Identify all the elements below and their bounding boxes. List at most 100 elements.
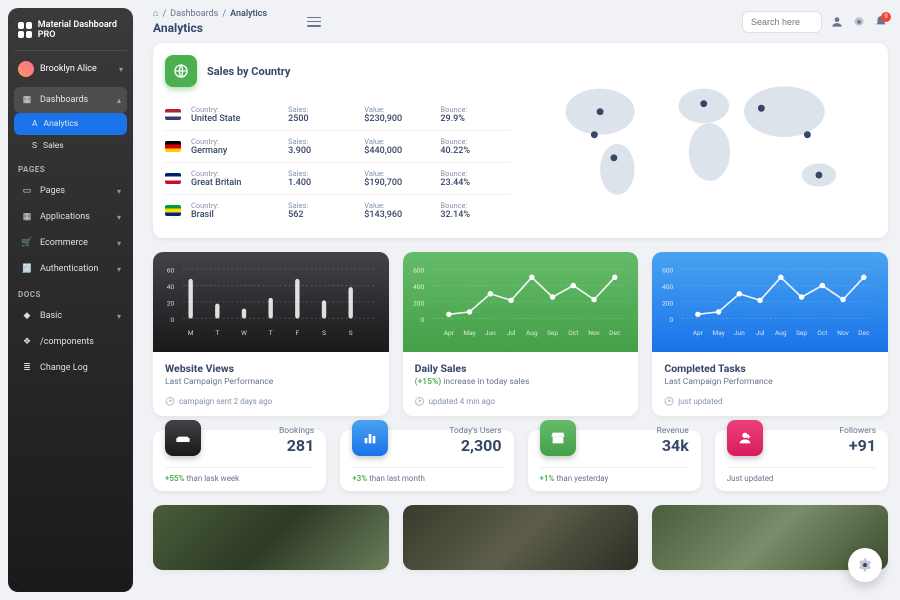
cart-icon: 🛒 — [20, 236, 34, 250]
nav-analytics[interactable]: AAnalytics — [14, 113, 127, 135]
chart-footer: 🕑 just updated — [664, 397, 876, 406]
svg-text:Aug: Aug — [775, 329, 787, 337]
svg-text:Apr: Apr — [693, 329, 704, 337]
gear-icon[interactable] — [852, 15, 866, 29]
country-card-title: Sales by Country — [207, 65, 290, 78]
chart-canvas: 0204060MTWTFSS — [153, 252, 389, 352]
nav-dashboards[interactable]: ▦ Dashboards ▴ — [14, 87, 127, 113]
property-image-2[interactable] — [403, 505, 639, 570]
chevron-down-icon: ▾ — [117, 239, 121, 248]
svg-text:S: S — [349, 329, 353, 337]
nav-authentication[interactable]: 🧾 Authentication ▾ — [14, 256, 127, 282]
breadcrumb-root[interactable]: Dashboards — [170, 9, 218, 19]
country-table: Country:United State Sales:2500 Value:$2… — [165, 99, 511, 226]
svg-text:600: 600 — [662, 266, 673, 274]
chart-footer: 🕑 updated 4 min ago — [415, 397, 627, 406]
notification-badge: 9 — [881, 12, 891, 22]
chevron-down-icon: ▾ — [119, 65, 123, 74]
svg-text:May: May — [463, 329, 476, 337]
country-row: Country:Great Britain Sales:1.400 Value:… — [165, 163, 511, 195]
nav-ecommerce[interactable]: 🛒 Ecommerce ▾ — [14, 230, 127, 256]
home-icon[interactable]: ⌂ — [153, 8, 158, 19]
stat-card: Revenue 34k +1% than yesterday — [528, 430, 701, 491]
svg-text:Apr: Apr — [443, 329, 454, 337]
clock-icon: 🕑 — [664, 397, 674, 406]
nav-changelog[interactable]: ≣ Change Log — [14, 355, 127, 381]
apps-icon: ▦ — [20, 210, 34, 224]
svg-text:M: M — [188, 329, 194, 337]
account-icon[interactable] — [830, 15, 844, 29]
chevron-down-icon: ▾ — [117, 187, 121, 196]
svg-text:400: 400 — [413, 283, 424, 291]
lock-icon: 🧾 — [20, 262, 34, 276]
sales-by-country-card: Sales by Country Country:United State Sa… — [153, 43, 888, 238]
country-row: Country:United State Sales:2500 Value:$2… — [165, 99, 511, 131]
svg-text:200: 200 — [662, 299, 673, 307]
grid-icon: ▦ — [20, 93, 34, 107]
topbar: ⌂ / Dashboards / Analytics Analytics — [153, 8, 888, 35]
bell-icon[interactable]: 9 — [874, 15, 888, 29]
svg-text:Nov: Nov — [838, 329, 850, 337]
clock-icon: 🕑 — [415, 397, 425, 406]
svg-text:Oct: Oct — [568, 329, 578, 337]
svg-text:S: S — [322, 329, 326, 337]
stat-card: Today's Users 2,300 +3% than last month — [340, 430, 513, 491]
svg-text:400: 400 — [662, 283, 673, 291]
svg-text:T: T — [269, 329, 273, 337]
stat-footer: Just updated — [727, 467, 876, 483]
chart-title: Daily Sales — [415, 362, 627, 375]
svg-text:Nov: Nov — [588, 329, 600, 337]
menu-toggle[interactable] — [307, 17, 321, 27]
brand-text: Material Dashboard PRO — [38, 20, 123, 40]
chart-title: Completed Tasks — [664, 362, 876, 375]
nav-sales[interactable]: SSales — [14, 135, 127, 157]
stat-footer: +1% than yesterday — [540, 467, 689, 483]
svg-text:Sep: Sep — [547, 329, 558, 337]
chevron-down-icon: ▾ — [117, 312, 121, 321]
country-row: Country:Germany Sales:3.900 Value:$440,0… — [165, 131, 511, 163]
breadcrumb-current: Analytics — [230, 9, 267, 19]
world-map[interactable] — [531, 55, 877, 226]
svg-text:Jul: Jul — [756, 329, 765, 337]
property-image-1[interactable] — [153, 505, 389, 570]
section-docs: DOCS — [14, 282, 127, 303]
svg-text:Dec: Dec — [859, 329, 871, 337]
stat-footer: +3% than last month — [352, 467, 501, 483]
flag-icon — [165, 205, 181, 216]
user-menu[interactable]: Brooklyn Alice ▾ — [14, 51, 127, 87]
svg-text:W: W — [241, 329, 247, 337]
nav-pages[interactable]: ▭ Pages ▾ — [14, 178, 127, 204]
page-icon: ▭ — [20, 184, 34, 198]
stat-card: Followers +91 Just updated — [715, 430, 888, 491]
list-icon: ≣ — [20, 361, 34, 375]
section-pages: PAGES — [14, 157, 127, 178]
settings-fab[interactable] — [848, 548, 882, 582]
chevron-up-icon: ▴ — [117, 96, 121, 105]
chart-card: 0200400600AprMayJunJulAugSepOctNovDec Co… — [652, 252, 888, 416]
clock-icon: 🕑 — [165, 397, 175, 406]
flag-icon — [165, 109, 181, 120]
svg-text:40: 40 — [167, 283, 175, 291]
nav-applications[interactable]: ▦ Applications ▾ — [14, 204, 127, 230]
svg-text:600: 600 — [413, 266, 424, 274]
avatar — [18, 61, 34, 77]
svg-text:0: 0 — [170, 316, 174, 324]
breadcrumb: ⌂ / Dashboards / Analytics — [153, 8, 267, 19]
chart-card: 0200400600AprMayJunJulAugSepOctNovDec Da… — [403, 252, 639, 416]
chart-canvas: 0200400600AprMayJunJulAugSepOctNovDec — [652, 252, 888, 352]
stat-footer: +55% than lask week — [165, 467, 314, 483]
nav-basic[interactable]: ◆ Basic ▾ — [14, 303, 127, 329]
user-name: Brooklyn Alice — [40, 64, 113, 74]
svg-text:Jul: Jul — [506, 329, 515, 337]
svg-text:0: 0 — [670, 316, 674, 324]
nav-components[interactable]: ❖ /components — [14, 329, 127, 355]
chevron-down-icon: ▾ — [117, 265, 121, 274]
chart-canvas: 0200400600AprMayJunJulAugSepOctNovDec — [403, 252, 639, 352]
brand: Material Dashboard PRO — [14, 18, 127, 51]
main-content: ⌂ / Dashboards / Analytics Analytics — [141, 0, 900, 600]
chart-subtitle: (+15%) increase in today sales — [415, 377, 627, 387]
widgets-icon: ❖ — [20, 335, 34, 349]
rocket-icon: ◆ — [20, 309, 34, 323]
search-input[interactable] — [742, 11, 822, 33]
sidebar: Material Dashboard PRO Brooklyn Alice ▾ … — [8, 8, 133, 592]
